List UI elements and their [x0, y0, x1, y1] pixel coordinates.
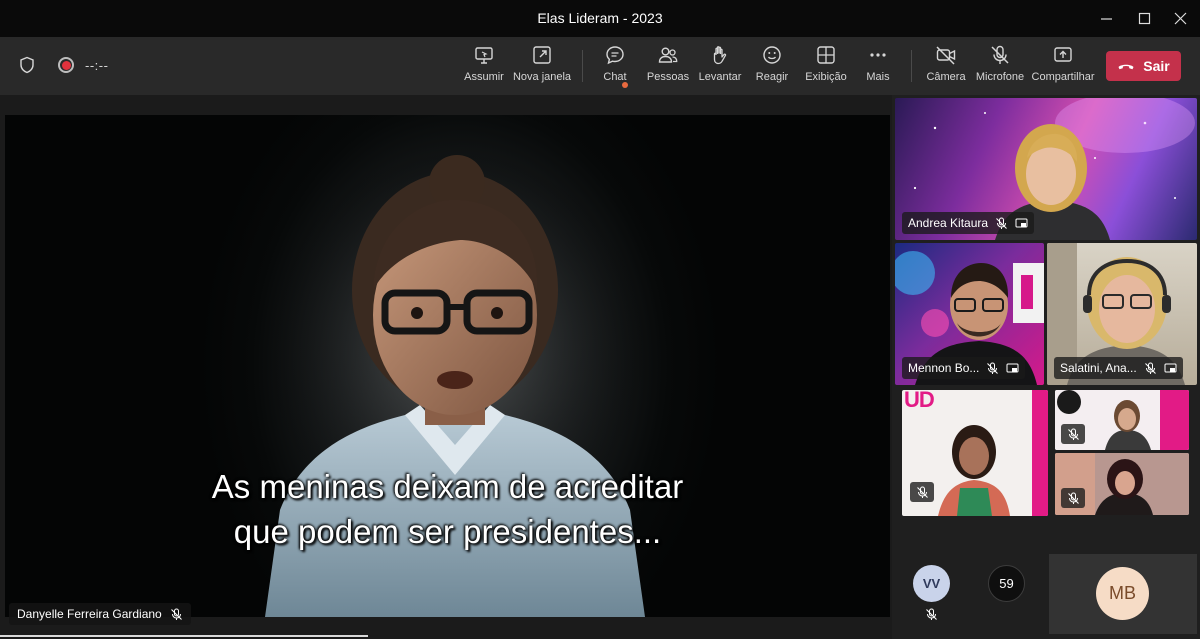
- mic-off-icon: [991, 45, 1009, 64]
- shield-icon[interactable]: [18, 56, 36, 74]
- presenter-name: Danyelle Ferreira Gardiano: [17, 607, 162, 621]
- react-label: Reagir: [755, 71, 789, 83]
- raise-hand-label: Levantar: [698, 71, 742, 83]
- people-button[interactable]: Pessoas: [646, 44, 690, 90]
- mic-off-icon: [926, 608, 937, 620]
- participant-tile-4[interactable]: UD: [902, 390, 1048, 516]
- react-button[interactable]: Reagir: [756, 44, 788, 90]
- participant-tile-6[interactable]: [1055, 453, 1189, 515]
- hang-up-icon: [1118, 64, 1134, 70]
- more-button[interactable]: Mais: [864, 44, 892, 90]
- new-window-button[interactable]: Nova janela: [512, 44, 572, 90]
- share-tray-icon: [1054, 47, 1072, 62]
- participant-gallery: Andrea Kitaura Mennon Bo... Salatini, An…: [892, 95, 1200, 639]
- title-bar: Elas Lideram - 2023: [0, 0, 1200, 37]
- meeting-timer: --:--: [85, 57, 109, 73]
- people-icon: [658, 47, 678, 63]
- window-title: Elas Lideram - 2023: [537, 10, 663, 26]
- raise-hand-button[interactable]: Levantar: [698, 44, 742, 90]
- recording-icon: [58, 57, 74, 73]
- teams-meeting-window: Elas Lideram - 2023 --:-- Assumir Nova j…: [0, 0, 1200, 639]
- more-label: Mais: [866, 71, 890, 83]
- pop-out-icon: [533, 46, 551, 64]
- presenter-name-tag: Danyelle Ferreira Gardiano: [9, 603, 191, 625]
- participant-name-tag: Andrea Kitaura: [902, 212, 1035, 234]
- participant-name-tag: Salatini, Ana...: [1054, 357, 1183, 379]
- new-window-label: Nova janela: [512, 71, 572, 83]
- muted-indicator: [910, 482, 934, 502]
- mic-off-icon: [170, 608, 182, 620]
- share-label: Compartilhar: [1031, 71, 1095, 83]
- tile-logo-text: UD: [904, 390, 935, 412]
- toolbar-divider: [911, 50, 912, 82]
- grid-view-icon: [817, 46, 835, 64]
- participant-name-tag: Mennon Bo...: [902, 357, 1026, 379]
- camera-button[interactable]: Câmera: [926, 44, 966, 90]
- meeting-status: --:--: [18, 56, 108, 74]
- screen-share-icon: [1164, 363, 1177, 372]
- participant-tile-andrea[interactable]: Andrea Kitaura: [895, 98, 1197, 240]
- mic-off-icon: [996, 217, 1007, 229]
- mic-off-icon: [916, 486, 928, 498]
- view-label: Exibição: [805, 71, 847, 83]
- leave-label: Sair: [1143, 58, 1170, 74]
- participant-tile-5[interactable]: [1055, 390, 1189, 450]
- muted-indicator: [1061, 424, 1085, 444]
- participant-name: Salatini, Ana...: [1060, 361, 1137, 375]
- shared-video[interactable]: As meninas deixam de acreditar que podem…: [5, 115, 890, 617]
- camera-label: Câmera: [926, 71, 966, 83]
- mic-off-icon: [1144, 362, 1156, 374]
- meeting-toolbar: --:-- Assumir Nova janela Chat Pessoas L…: [0, 37, 1200, 95]
- minimize-button[interactable]: [1093, 6, 1119, 30]
- take-control-label: Assumir: [464, 71, 504, 83]
- main-stage: As meninas deixam de acreditar que podem…: [0, 95, 892, 639]
- close-window-button[interactable]: [1167, 6, 1193, 30]
- participant-name: Mennon Bo...: [908, 361, 980, 375]
- muted-indicator: [1061, 488, 1085, 508]
- raise-hand-icon: [713, 46, 727, 65]
- maximize-button[interactable]: [1131, 6, 1157, 30]
- smiley-icon: [763, 46, 781, 64]
- mic-off-icon: [1067, 492, 1079, 504]
- share-button[interactable]: Compartilhar: [1032, 44, 1094, 90]
- camera-off-icon: [936, 46, 956, 65]
- screen-share-icon: [1015, 218, 1028, 227]
- take-control-button[interactable]: Assumir: [463, 44, 505, 90]
- minimize-icon: [1100, 17, 1112, 20]
- chat-notification-dot: [622, 82, 628, 88]
- avatar-mb: MB: [1096, 567, 1149, 620]
- microphone-button[interactable]: Microfone: [976, 44, 1024, 90]
- mic-off-icon: [1067, 428, 1079, 440]
- share-screen-take-control-icon: [475, 47, 493, 64]
- more-participants-count[interactable]: 59: [988, 565, 1025, 602]
- maximize-icon: [1138, 12, 1150, 24]
- people-label: Pessoas: [646, 71, 690, 83]
- participant-tile-mb[interactable]: MB: [1049, 554, 1197, 634]
- avatar-vv[interactable]: VV: [913, 565, 950, 602]
- participant-tile-salatini[interactable]: Salatini, Ana...: [1047, 243, 1197, 385]
- microphone-label: Microfone: [975, 71, 1025, 83]
- chat-icon: [606, 46, 624, 65]
- participant-tile-mennon[interactable]: Mennon Bo...: [895, 243, 1044, 385]
- participant-name: Andrea Kitaura: [908, 216, 989, 230]
- screen-share-progress: [0, 635, 368, 637]
- subtitle-line-1: As meninas deixam de acreditar: [211, 468, 684, 505]
- subtitle-line-2: que podem ser presidentes...: [233, 513, 662, 550]
- screen-share-icon: [1006, 363, 1019, 372]
- mic-off-icon: [987, 362, 999, 374]
- view-button[interactable]: Exibição: [805, 44, 847, 90]
- close-icon: [1174, 12, 1186, 24]
- more-icon: [870, 53, 886, 57]
- toolbar-divider: [582, 50, 583, 82]
- leave-button[interactable]: Sair: [1106, 51, 1181, 81]
